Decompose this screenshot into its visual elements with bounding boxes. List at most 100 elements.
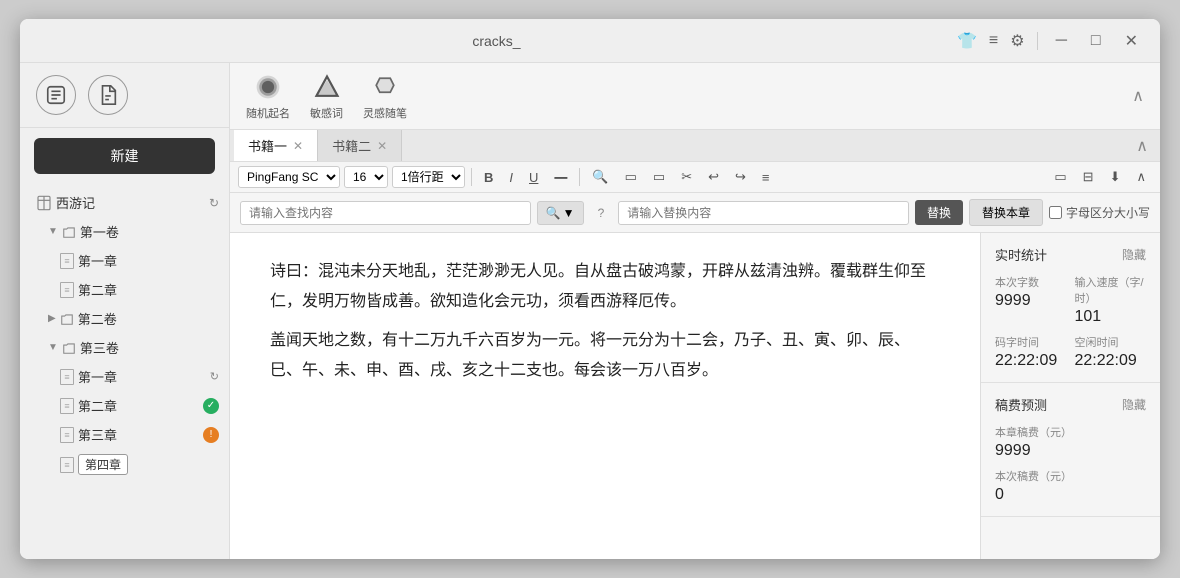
realtime-stats-section: 实时统计 隐藏 本次字数 9999 输入速度（字/时） 101: [981, 233, 1160, 383]
arrow-icon: ▼: [48, 226, 58, 237]
close-button[interactable]: ✕: [1119, 29, 1144, 53]
tree-item-juan3[interactable]: ▼ 第三卷: [20, 333, 229, 362]
typing-time-item: 码字时间 22:22:09: [995, 334, 1067, 370]
undo-button[interactable]: ↩: [702, 166, 725, 188]
word-count-value: 9999: [995, 292, 1067, 310]
case-sensitive-label[interactable]: 字母区分大小写: [1049, 204, 1150, 221]
tabs-collapse-button[interactable]: ∧: [1128, 132, 1156, 160]
search-input[interactable]: [240, 201, 531, 225]
search-help-button[interactable]: ?: [590, 202, 613, 224]
realtime-stats-header: 实时统计 隐藏: [995, 245, 1146, 264]
tree-item-j3ch2[interactable]: ≡ 第二章 ✓: [20, 391, 229, 420]
tab-close-icon[interactable]: ✕: [293, 139, 303, 153]
tree-item-ch2[interactable]: ≡ 第二章: [20, 275, 229, 304]
editor-paragraph-2: 盖闻天地之数，有十二万九千六百岁为一元。将一元分为十二会，乃子、丑、寅、卯、辰、…: [270, 326, 940, 387]
scissors-button[interactable]: ✂: [675, 166, 698, 188]
new-button[interactable]: 新建: [34, 138, 215, 174]
tree-item-ch1[interactable]: ≡ 第一章: [20, 246, 229, 275]
tree-label: 第二章: [78, 396, 117, 415]
menu-icon[interactable]: ≡: [989, 32, 998, 50]
maximize-button[interactable]: □: [1085, 30, 1107, 52]
idle-time-item: 空闲时间 22:22:09: [1075, 334, 1147, 370]
bold-button[interactable]: B: [478, 167, 499, 188]
list-button[interactable]: ≡: [756, 167, 776, 188]
format-box2-button[interactable]: ▭: [647, 166, 671, 188]
tab-book2[interactable]: 书籍二 ✕: [318, 130, 402, 161]
session-fee-item: 本次稿费（元） 0: [995, 468, 1146, 504]
underline-button[interactable]: U: [523, 167, 544, 188]
session-fee-value: 0: [995, 486, 1146, 504]
tool-sensitive[interactable]: 敏感词: [310, 71, 343, 121]
idle-time-value: 22:22:09: [1075, 352, 1147, 370]
toolbar-collapse-button[interactable]: ∧: [1132, 86, 1144, 106]
inspiration-label: 灵感随笔: [363, 105, 407, 121]
download-button[interactable]: ⬇: [1104, 166, 1127, 188]
tab-bar: 书籍一 ✕ 书籍二 ✕ ∧: [230, 130, 1160, 162]
content-wrapper: 诗曰：混沌未分天地乱，茫茫渺渺无人见。自从盘古破鸿蒙，开辟从兹清浊辨。覆载群生仰…: [230, 233, 1160, 559]
tool-inspiration[interactable]: 灵感随笔: [363, 71, 407, 121]
realtime-stats-grid: 本次字数 9999 输入速度（字/时） 101 码字时间 22:22:09: [995, 274, 1146, 370]
editor-area: 随机起名 敏感词: [230, 63, 1160, 559]
document-icon-button[interactable]: [88, 75, 128, 115]
font-family-select[interactable]: PingFang SC: [238, 166, 340, 188]
tool-random-name[interactable]: 随机起名: [246, 71, 290, 121]
replace-input[interactable]: [618, 201, 909, 225]
format-box1-button[interactable]: ▭: [619, 166, 643, 188]
tree-item-xiyouji[interactable]: 西游记 ↻: [20, 188, 229, 217]
tree-item-j3ch4[interactable]: ≡ 第四章: [20, 449, 229, 480]
sidebar: 新建 西游记 ↻ ▼ 第一卷 ≡ 第一章: [20, 63, 230, 559]
file-icon: ≡: [60, 282, 74, 298]
refresh-icon[interactable]: ↻: [210, 370, 219, 383]
redo-button[interactable]: ↪: [729, 166, 752, 188]
editor-content[interactable]: 诗曰：混沌未分天地乱，茫茫渺渺无人见。自从盘古破鸿蒙，开辟从兹清浊辨。覆载群生仰…: [230, 233, 980, 559]
replace-button[interactable]: 替换: [915, 200, 963, 225]
random-name-icon: [252, 71, 284, 103]
format-separator2: [579, 168, 580, 186]
toolbar-top: 随机起名 敏感词: [230, 63, 1160, 130]
view-split-button[interactable]: ⊟: [1077, 166, 1100, 188]
predict-stats-section: 稿费预测 隐藏 本章稿费（元） 9999 本次稿费（元） 0: [981, 383, 1160, 517]
gear-icon[interactable]: ⚙: [1010, 31, 1024, 51]
shirt-icon[interactable]: 👕: [957, 31, 977, 51]
chapter-fee-label: 本章稿费（元）: [995, 424, 1146, 440]
search-bar: 🔍 ▼ ? 替换 替换本章 字母区分大小写: [230, 193, 1160, 233]
tree-item-j3ch1[interactable]: ≡ 第一章 ↻: [20, 362, 229, 391]
line-height-select[interactable]: 1倍行距: [392, 166, 465, 188]
arrow-icon: ▼: [48, 342, 58, 353]
stats-panel: 实时统计 隐藏 本次字数 9999 输入速度（字/时） 101: [980, 233, 1160, 559]
sensitive-icon: [311, 71, 343, 103]
search-button[interactable]: 🔍 ▼: [537, 201, 584, 225]
search-format-button[interactable]: 🔍: [586, 166, 614, 188]
minimize-button[interactable]: ─: [1050, 30, 1073, 52]
tree-label: 第一章: [78, 367, 117, 386]
font-size-select[interactable]: 16: [344, 166, 388, 188]
case-sensitive-checkbox[interactable]: [1049, 206, 1062, 219]
tree-label: 西游记: [56, 193, 95, 212]
file-icon: ≡: [60, 369, 74, 385]
tab-book1[interactable]: 书籍一 ✕: [234, 130, 318, 161]
strikethrough-button[interactable]: —: [548, 167, 573, 188]
tab-close-icon[interactable]: ✕: [377, 139, 387, 153]
replace-all-button[interactable]: 替换本章: [969, 199, 1043, 226]
collapse-editor-button[interactable]: ∧: [1130, 166, 1152, 188]
sensitive-label: 敏感词: [310, 105, 343, 121]
input-speed-value: 101: [1075, 308, 1147, 326]
predict-hide-button[interactable]: 隐藏: [1122, 396, 1146, 413]
realtime-hide-button[interactable]: 隐藏: [1122, 246, 1146, 263]
refresh-icon[interactable]: ↻: [209, 196, 219, 210]
typing-time-label: 码字时间: [995, 334, 1067, 350]
random-name-label: 随机起名: [246, 105, 290, 121]
italic-button[interactable]: I: [503, 167, 519, 188]
view-single-button[interactable]: ▭: [1048, 166, 1072, 188]
chapter-editing-input[interactable]: 第四章: [78, 454, 128, 475]
arrow-icon: ▶: [48, 313, 56, 324]
tree-item-juan1[interactable]: ▼ 第一卷: [20, 217, 229, 246]
word-count-label: 本次字数: [995, 274, 1067, 290]
folder-icon: [62, 225, 76, 239]
file-icon: ≡: [60, 398, 74, 414]
search-icon: 🔍: [546, 206, 561, 220]
tree-item-j3ch3[interactable]: ≡ 第三章 !: [20, 420, 229, 449]
tree-item-juan2[interactable]: ▶ 第二卷: [20, 304, 229, 333]
user-icon-button[interactable]: [36, 75, 76, 115]
predict-stats-grid: 本章稿费（元） 9999 本次稿费（元） 0: [995, 424, 1146, 504]
